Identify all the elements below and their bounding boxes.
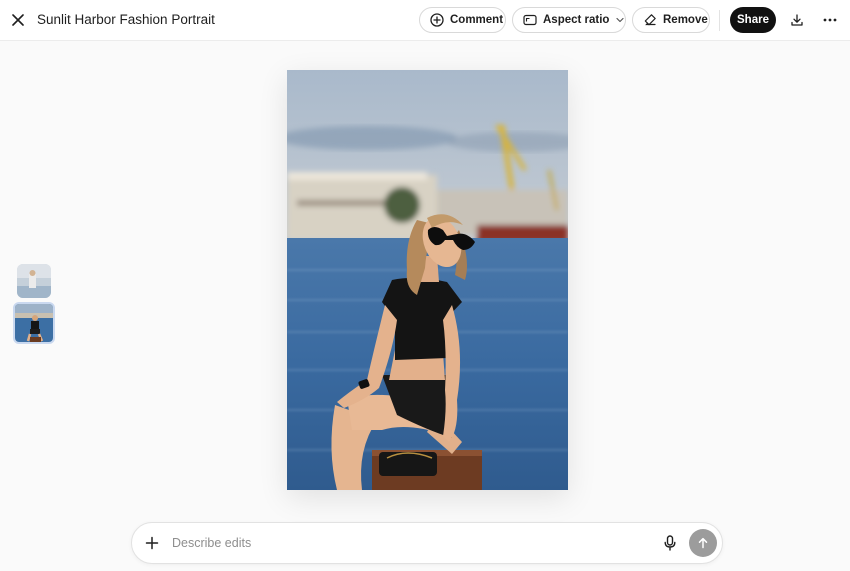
more-options-button[interactable] [820, 10, 840, 30]
thumbnail-2[interactable] [13, 302, 55, 344]
thumbnail-1-image [17, 264, 51, 298]
mic-icon [664, 535, 676, 551]
comment-label: Comment [450, 14, 504, 26]
remove-label: Remove [663, 14, 708, 26]
eraser-icon [644, 14, 656, 26]
aspect-ratio-icon [523, 14, 537, 26]
more-icon [823, 18, 837, 22]
top-toolbar: Sunlit Harbor Fashion Portrait Comment A… [0, 0, 850, 41]
comment-plus-icon [430, 13, 444, 27]
close-button[interactable] [8, 10, 28, 30]
send-arrow-icon [698, 537, 708, 549]
send-button[interactable] [689, 529, 717, 557]
aspect-ratio-label: Aspect ratio [543, 14, 610, 26]
download-button[interactable] [787, 10, 807, 30]
chevron-down-icon [616, 17, 625, 23]
share-button[interactable]: Share [730, 7, 776, 33]
remove-button[interactable]: Remove [632, 7, 710, 33]
toolbar-divider [719, 10, 720, 31]
thumbnail-1[interactable] [17, 264, 51, 298]
main-image [277, 70, 587, 490]
close-icon [12, 14, 24, 26]
comment-button[interactable]: Comment [419, 7, 506, 33]
plus-icon [145, 536, 159, 550]
add-attachment-button[interactable] [142, 533, 162, 553]
describe-edits-input[interactable] [172, 533, 642, 553]
prompt-bar [131, 522, 723, 564]
aspect-ratio-button[interactable]: Aspect ratio [512, 7, 626, 33]
portrait-photo [277, 70, 587, 490]
page-title: Sunlit Harbor Fashion Portrait [37, 12, 215, 27]
thumbnail-2-image [15, 304, 53, 342]
voice-input-button[interactable] [660, 533, 680, 553]
download-icon [791, 14, 803, 26]
